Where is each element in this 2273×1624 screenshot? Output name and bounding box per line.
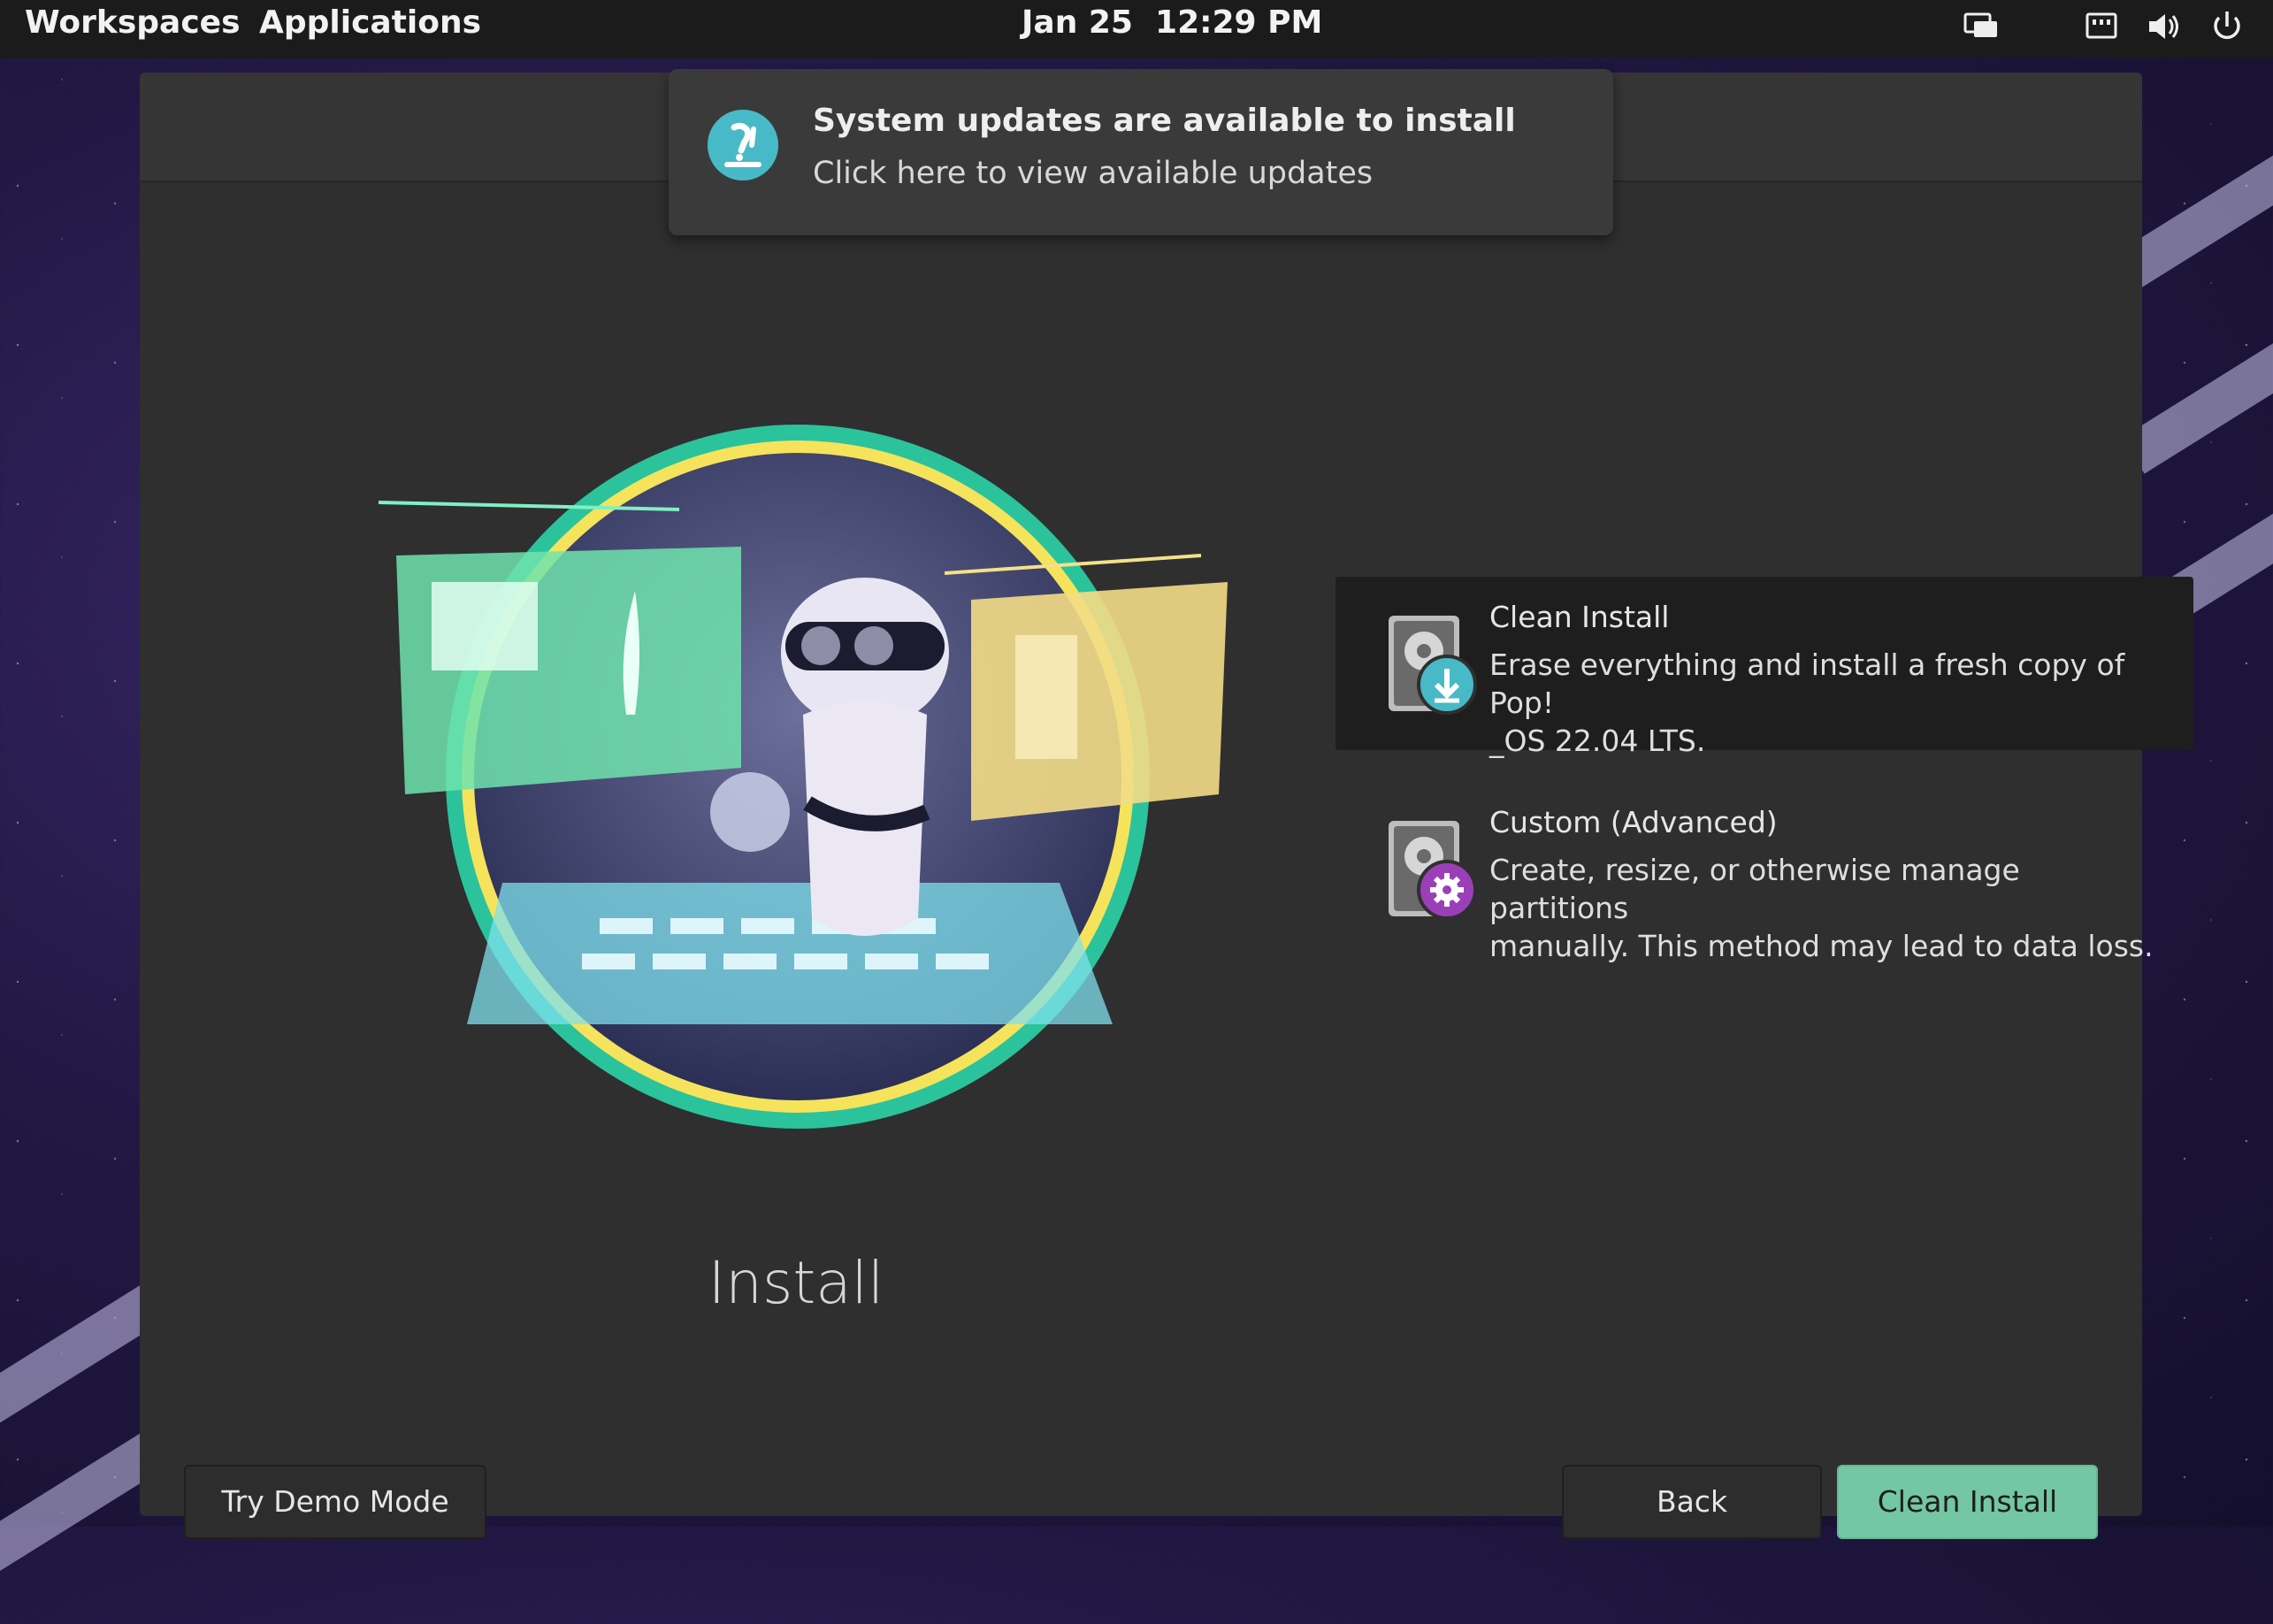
option-title: Custom (Advanced) bbox=[1489, 805, 1778, 839]
workspaces-button[interactable]: Workspaces bbox=[25, 0, 241, 46]
option-title: Clean Install bbox=[1489, 600, 1670, 634]
option-description: Create, resize, or otherwise manage part… bbox=[1489, 853, 2154, 963]
installer-window: Install Clean Install Erase everything a… bbox=[140, 73, 2193, 1539]
update-notification[interactable]: System updates are available to install … bbox=[669, 69, 1613, 235]
installer-illustration bbox=[378, 425, 1228, 1129]
clean-install-button[interactable]: Clean Install bbox=[1837, 1465, 2098, 1539]
power-icon[interactable] bbox=[2208, 7, 2246, 46]
disk-download-icon bbox=[1389, 616, 1477, 715]
page-title: Install bbox=[708, 1249, 884, 1317]
option-custom-advanced[interactable]: Custom (Advanced) Create, resize, or oth… bbox=[1335, 782, 2193, 963]
notification-title: System updates are available to install bbox=[813, 103, 1516, 139]
clock[interactable]: Jan 25 12:29 PM bbox=[1022, 0, 1322, 46]
try-demo-mode-button[interactable]: Try Demo Mode bbox=[184, 1465, 486, 1539]
volume-icon[interactable] bbox=[2144, 7, 2183, 46]
applications-button[interactable]: Applications bbox=[259, 0, 481, 46]
option-description: Erase everything and install a fresh cop… bbox=[1489, 647, 2125, 758]
option-clean-install[interactable]: Clean Install Erase everything and insta… bbox=[1335, 577, 2193, 758]
notification-body: Click here to view available updates bbox=[813, 156, 1374, 191]
disk-gear-icon bbox=[1389, 821, 1477, 920]
back-button[interactable]: Back bbox=[1562, 1465, 1822, 1539]
pop-shop-icon bbox=[708, 110, 778, 180]
network-icon[interactable] bbox=[2082, 7, 2121, 46]
top-panel: Workspaces Applications Jan 25 12:29 PM bbox=[0, 0, 2273, 58]
display-settings-icon[interactable] bbox=[1962, 7, 2001, 46]
